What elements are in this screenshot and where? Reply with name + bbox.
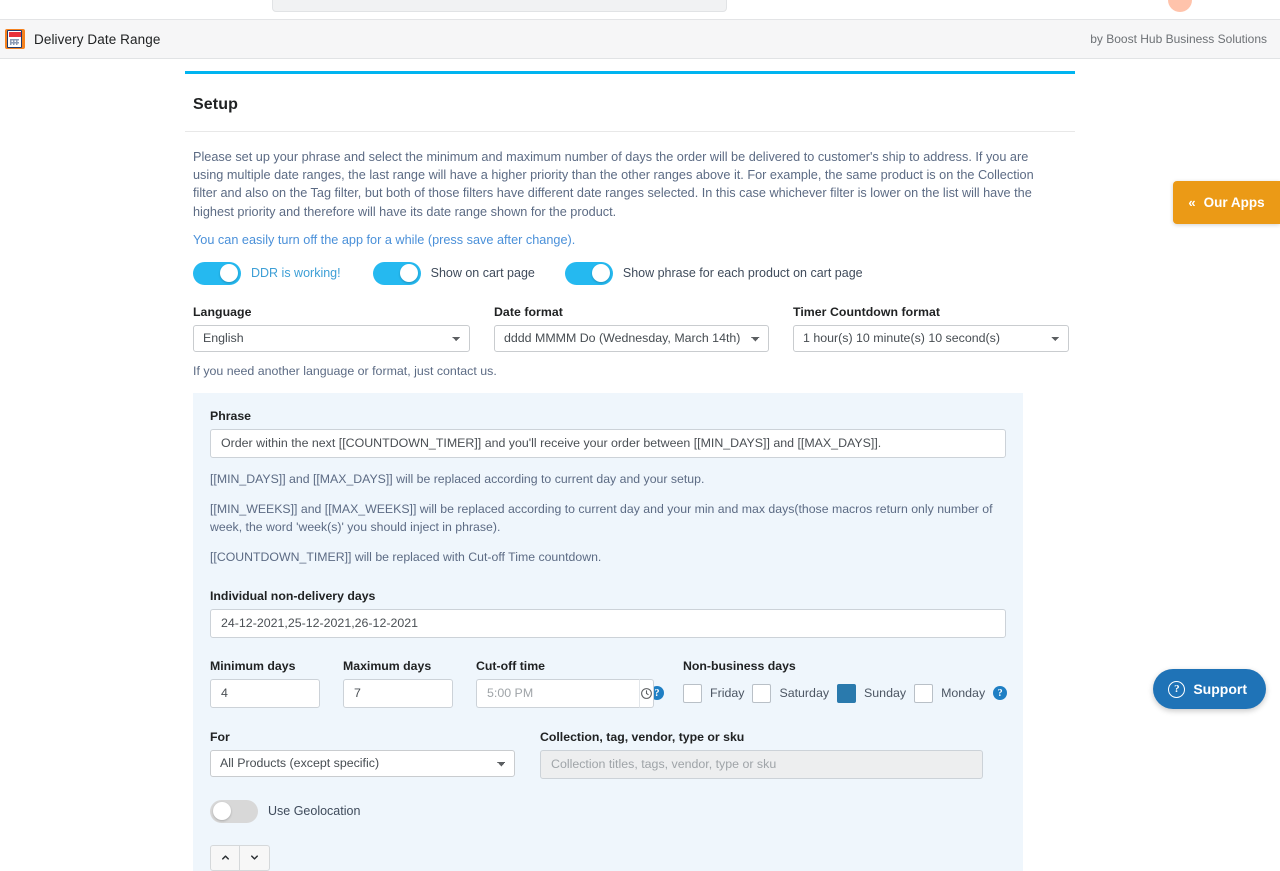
- timer-format-field: Timer Countdown format 1 hour(s) 10 minu…: [793, 305, 1069, 352]
- minimum-days-label: Minimum days: [210, 659, 320, 673]
- date-format-field: Date format dddd MMMM Do (Wednesday, Mar…: [494, 305, 769, 352]
- app-title: Delivery Date Range: [34, 32, 160, 47]
- checkbox-sunday[interactable]: [837, 684, 856, 703]
- contact-note: If you need another language or format, …: [193, 364, 1075, 378]
- toggle-ddr-working[interactable]: [193, 262, 241, 285]
- phrase-input[interactable]: [210, 429, 1006, 458]
- chevron-left-double-icon: «: [1188, 195, 1194, 210]
- toggle-show-phrase-each-product-label: Show phrase for each product on cart pag…: [623, 266, 863, 280]
- selects-row: Language English Date format dddd MMMM D…: [193, 305, 1075, 352]
- browser-top-strip: [0, 0, 1280, 19]
- non-delivery-days-field: Individual non-delivery days: [210, 589, 1006, 638]
- date-format-label: Date format: [494, 305, 769, 319]
- non-business-days-help-icon[interactable]: ?: [993, 686, 1007, 700]
- for-label: For: [210, 730, 515, 744]
- timer-format-label: Timer Countdown format: [793, 305, 1069, 319]
- minimum-days-field: Minimum days: [210, 659, 320, 708]
- collection-input[interactable]: [540, 750, 983, 779]
- checkbox-monday[interactable]: [914, 684, 933, 703]
- for-select[interactable]: All Products (except specific): [210, 750, 515, 777]
- chevron-up-icon[interactable]: [210, 845, 240, 871]
- non-business-days-label: Non-business days: [683, 659, 1007, 673]
- date-format-select[interactable]: dddd MMMM Do (Wednesday, March 14th): [494, 325, 769, 352]
- geolocation-row: Use Geolocation: [210, 800, 1006, 823]
- checkbox-saturday[interactable]: [752, 684, 771, 703]
- our-apps-label: Our Apps: [1204, 195, 1265, 210]
- for-field: For All Products (except specific): [210, 730, 515, 779]
- phrase-hint-weeks: [[MIN_WEEKS]] and [[MAX_WEEKS]] will be …: [210, 501, 1006, 536]
- for-row: For All Products (except specific) Colle…: [210, 730, 1006, 779]
- checkbox-sunday-label: Sunday: [864, 686, 906, 700]
- cutoff-time-field: Cut-off time ?: [476, 659, 664, 708]
- days-row: Minimum days Maximum days Cut-off time: [210, 659, 1006, 708]
- language-field: Language English: [193, 305, 470, 352]
- cutoff-time-group: [476, 679, 639, 708]
- page-title: Setup: [185, 74, 1075, 114]
- reorder-buttons: [210, 845, 1006, 871]
- toggle-show-on-cart-page-label: Show on cart page: [431, 266, 535, 280]
- toggle-ddr-working-label: DDR is working!: [251, 266, 341, 280]
- toggle-show-on-cart-page[interactable]: [373, 262, 421, 285]
- toggles-row: DDR is working! Show on cart page Show p…: [193, 262, 1075, 285]
- turn-off-app-link[interactable]: You can easily turn off the app for a wh…: [193, 233, 1075, 247]
- collection-label: Collection, tag, vendor, type or sku: [540, 730, 983, 744]
- clock-icon[interactable]: [639, 679, 654, 708]
- non-delivery-days-label: Individual non-delivery days: [210, 589, 1006, 603]
- calendar-app-icon: [5, 29, 25, 49]
- question-circle-icon: ?: [1168, 681, 1185, 698]
- app-byline: by Boost Hub Business Solutions: [1090, 32, 1267, 46]
- app-header: Delivery Date Range by Boost Hub Busines…: [0, 19, 1280, 59]
- cutoff-time-label: Cut-off time: [476, 659, 664, 673]
- phrase-hint-min-max: [[MIN_DAYS]] and [[MAX_DAYS]] will be re…: [210, 471, 1006, 489]
- checkbox-friday-label: Friday: [710, 686, 744, 700]
- language-select[interactable]: English: [193, 325, 470, 352]
- checkbox-saturday-label: Saturday: [779, 686, 829, 700]
- admin-search-bar[interactable]: [272, 0, 727, 12]
- title-divider: [185, 131, 1075, 132]
- setup-description: Please set up your phrase and select the…: [193, 148, 1061, 221]
- checkbox-monday-label: Monday: [941, 686, 985, 700]
- non-business-days-field: Non-business days Friday Saturday Sunday…: [683, 659, 1007, 708]
- language-label: Language: [193, 305, 470, 319]
- maximum-days-input[interactable]: [343, 679, 453, 708]
- page-body: Setup Please set up your phrase and sele…: [0, 60, 1280, 720]
- collection-field: Collection, tag, vendor, type or sku: [540, 730, 983, 779]
- avatar[interactable]: [1168, 0, 1192, 12]
- checkbox-friday[interactable]: [683, 684, 702, 703]
- chevron-down-icon[interactable]: [240, 845, 270, 871]
- support-button[interactable]: ? Support: [1153, 669, 1266, 709]
- support-label: Support: [1193, 681, 1247, 697]
- timer-format-select[interactable]: 1 hour(s) 10 minute(s) 10 second(s): [793, 325, 1069, 352]
- setup-card: Setup Please set up your phrase and sele…: [185, 71, 1075, 871]
- phrase-label: Phrase: [210, 409, 1006, 423]
- minimum-days-input[interactable]: [210, 679, 320, 708]
- maximum-days-label: Maximum days: [343, 659, 453, 673]
- our-apps-tab[interactable]: « Our Apps: [1173, 181, 1280, 224]
- phrase-hint-countdown: [[COUNTDOWN_TIMER]] will be replaced wit…: [210, 549, 1006, 567]
- maximum-days-field: Maximum days: [343, 659, 453, 708]
- non-delivery-days-input[interactable]: [210, 609, 1006, 638]
- date-range-panel: Phrase [[MIN_DAYS]] and [[MAX_DAYS]] wil…: [193, 393, 1023, 871]
- cutoff-time-input[interactable]: [476, 679, 639, 708]
- toggle-show-phrase-each-product[interactable]: [565, 262, 613, 285]
- toggle-use-geolocation-label: Use Geolocation: [268, 804, 360, 818]
- toggle-use-geolocation[interactable]: [210, 800, 258, 823]
